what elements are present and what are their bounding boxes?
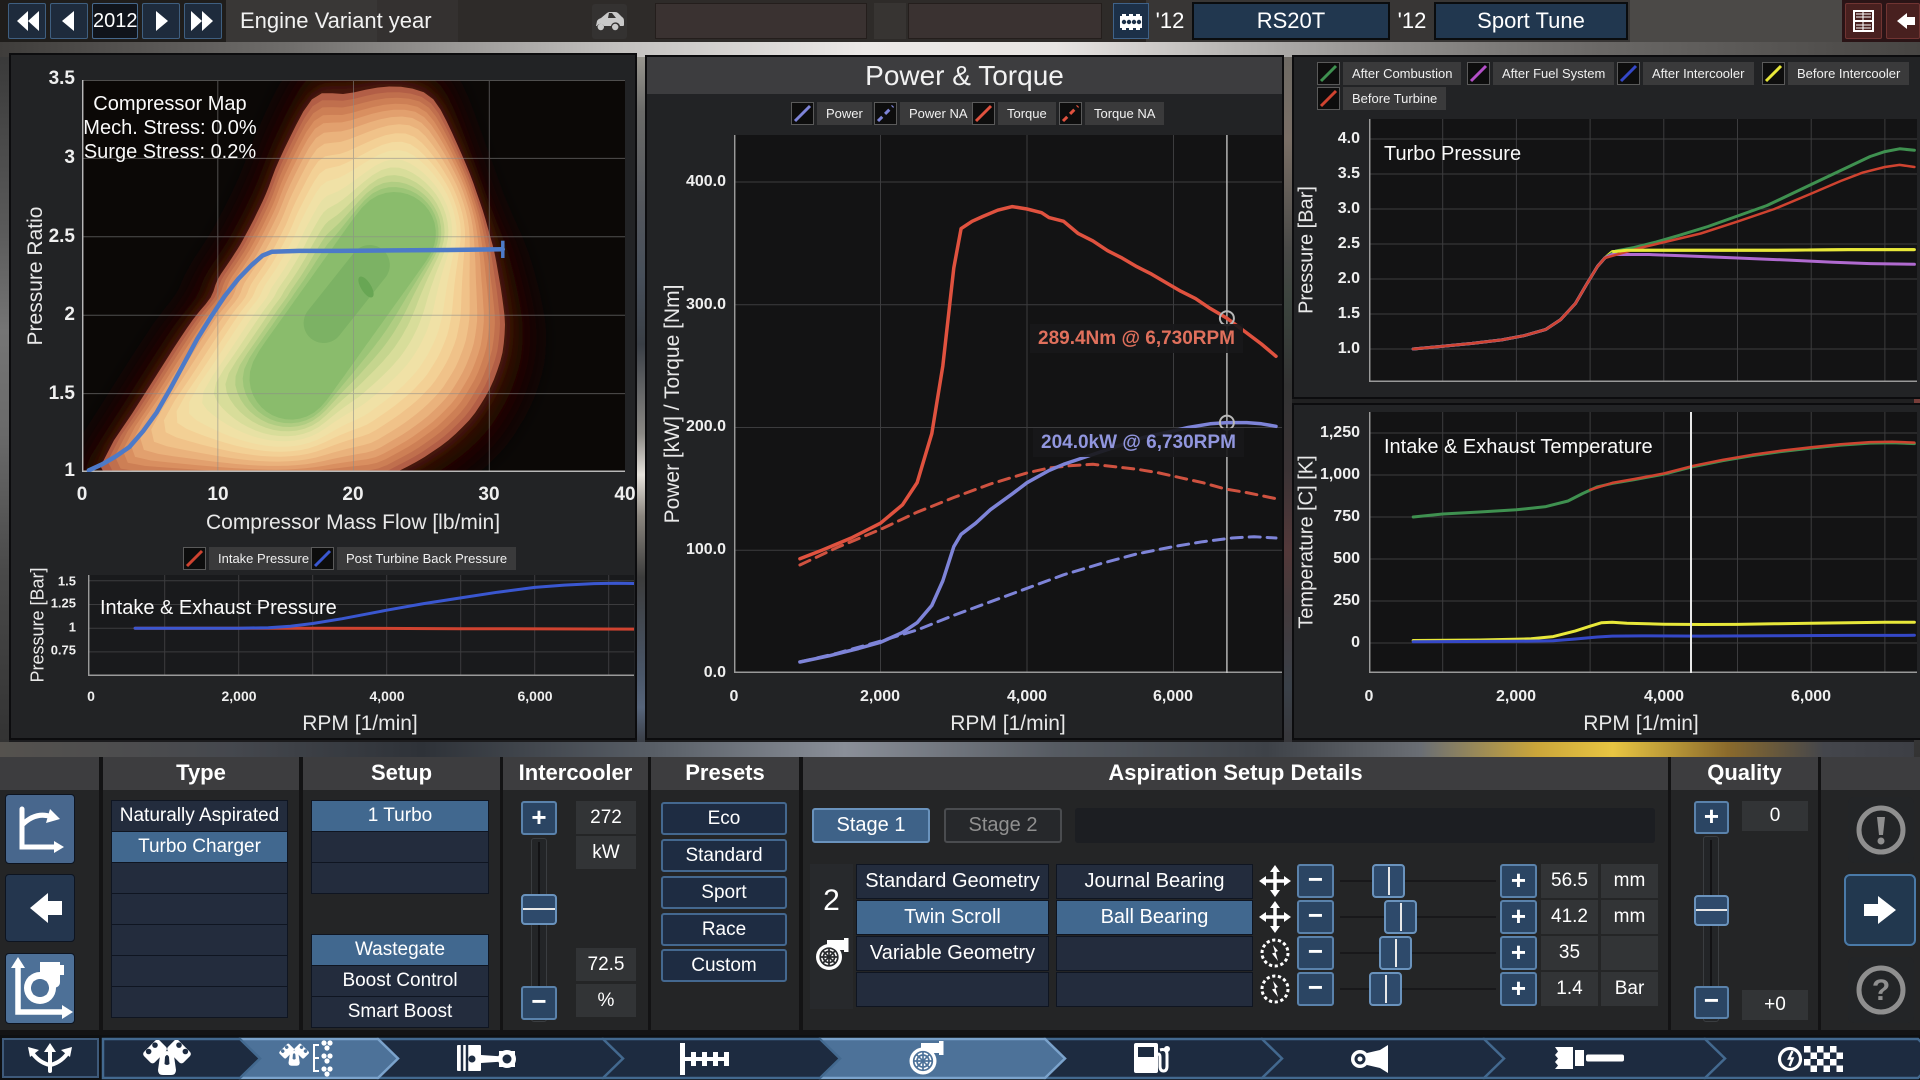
svg-text:?: ? [1872,974,1890,1007]
